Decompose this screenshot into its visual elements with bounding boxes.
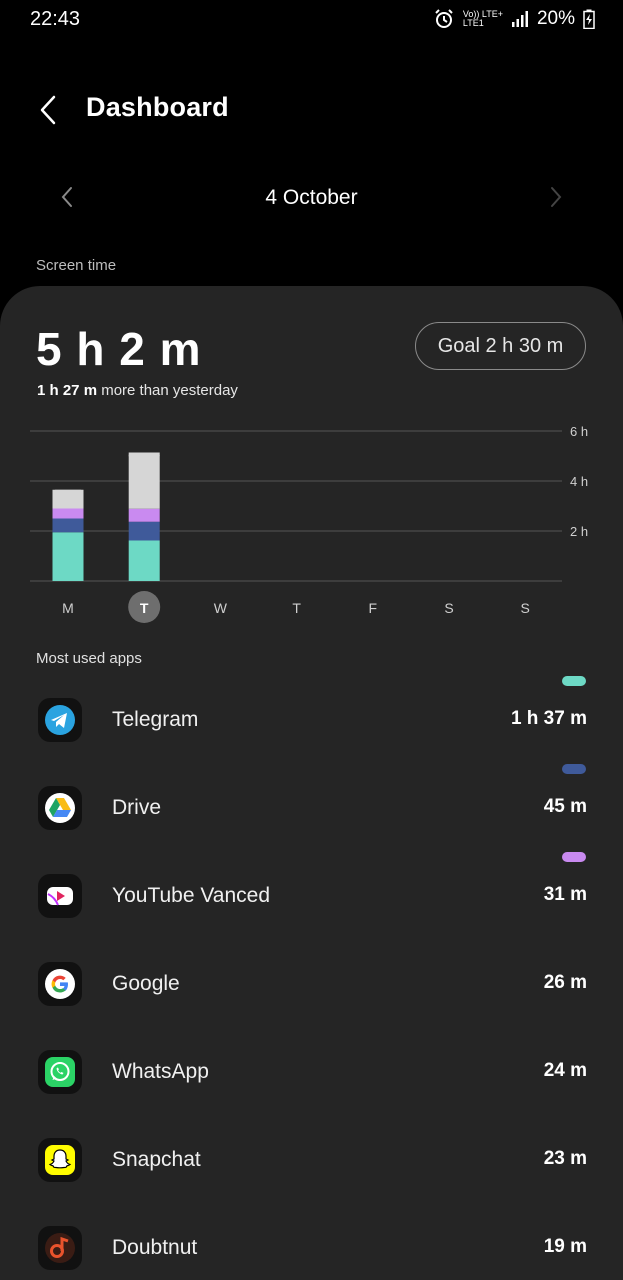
- youtube-vanced-icon: [38, 874, 82, 918]
- battery-percent: 20%: [536, 8, 575, 29]
- back-arrow-icon: [40, 95, 56, 125]
- google-icon: [38, 962, 82, 1006]
- app-time: 26 m: [543, 972, 587, 993]
- bar-segment-telegram: [128, 540, 160, 581]
- app-time: 45 m: [543, 796, 587, 817]
- comparison-amount: 1 h 27 m: [37, 382, 98, 399]
- next-day-button[interactable]: [541, 182, 571, 212]
- back-button[interactable]: [30, 92, 66, 128]
- battery-charging-icon: [583, 9, 595, 29]
- bar-segment-youtube-vanced: [128, 508, 160, 522]
- day-label: S: [444, 600, 453, 616]
- drive-icon: [38, 786, 82, 830]
- app-time: 19 m: [543, 1236, 587, 1257]
- day-label: T: [140, 600, 149, 616]
- day-label: T: [292, 600, 301, 616]
- app-time: 23 m: [543, 1148, 587, 1169]
- usage-color-tag: [562, 852, 586, 862]
- app-row-snapchat[interactable]: Snapchat 23 m: [0, 1138, 623, 1226]
- app-row-telegram[interactable]: Telegram 1 h 37 m: [0, 676, 623, 786]
- app-row-whatsapp[interactable]: WhatsApp 24 m: [0, 1050, 623, 1138]
- doubtnut-icon: [38, 1226, 82, 1270]
- app-bar: Dashboard: [0, 80, 623, 140]
- page-title: Dashboard: [86, 92, 229, 122]
- goal-button[interactable]: Goal 2 h 30 m: [415, 322, 586, 370]
- snapchat-icon: [38, 1138, 82, 1182]
- app-name: YouTube Vanced: [112, 884, 271, 907]
- bar-segment-drive: [128, 521, 160, 541]
- app-name: Drive: [112, 796, 162, 819]
- y-tick-label: 4 h: [570, 474, 588, 489]
- usage-color-tag: [562, 676, 586, 686]
- day-label: F: [369, 600, 378, 616]
- status-bar: 22:43 Vo)) LTE+ LTE1 20%: [0, 0, 623, 40]
- usage-color-tag: [562, 764, 586, 774]
- comparison-text: 1 h 27 m more than yesterday: [37, 382, 238, 399]
- app-row-google[interactable]: Google 26 m: [0, 962, 623, 1050]
- network-label: Vo)) LTE+ LTE1: [463, 10, 503, 28]
- network-bottom-label: LTE1: [462, 18, 484, 28]
- telegram-icon: [38, 698, 82, 742]
- alarm-icon: [435, 9, 453, 28]
- app-name: Telegram: [112, 708, 199, 731]
- status-icons: Vo)) LTE+ LTE1 20%: [433, 6, 595, 32]
- app-row-doubtnut[interactable]: Doubtnut 19 m: [0, 1226, 623, 1280]
- chevron-right-icon: [551, 187, 562, 207]
- screen-time-section-label: Screen time: [36, 257, 117, 274]
- y-tick-label: 6 h: [570, 424, 588, 439]
- whatsapp-icon: [38, 1050, 82, 1094]
- day-label: M: [62, 600, 74, 616]
- app-name: Doubtnut: [112, 1236, 198, 1259]
- app-row-youtube-vanced[interactable]: YouTube Vanced 31 m: [0, 852, 623, 962]
- y-tick-label: 2 h: [570, 524, 588, 539]
- app-name: WhatsApp: [112, 1060, 209, 1083]
- date-navigator: 4 October: [0, 176, 623, 220]
- bar-segment-youtube-vanced: [52, 508, 84, 519]
- bar-top-cap: [128, 452, 160, 459]
- most-used-section-label: Most used apps: [36, 650, 142, 667]
- bar-segment-telegram: [52, 532, 84, 581]
- status-time: 22:43: [30, 8, 81, 30]
- app-time: 24 m: [543, 1060, 587, 1081]
- app-row-drive[interactable]: Drive 45 m: [0, 764, 623, 874]
- app-name: Snapchat: [112, 1148, 201, 1171]
- bar-segment-other: [128, 452, 160, 509]
- date-label: 4 October: [265, 186, 358, 209]
- app-time: 31 m: [543, 884, 587, 905]
- screen-time-chart: 2 h 4 h 6 h M T W T F S S: [30, 424, 588, 623]
- day-label: W: [214, 600, 228, 616]
- bar-segment-drive: [52, 518, 84, 533]
- total-screen-time: 5 h 2 m: [36, 323, 202, 375]
- signal-icon: [511, 11, 528, 27]
- comparison-suffix: more than yesterday: [97, 382, 238, 399]
- day-label: S: [521, 600, 530, 616]
- bar-top-cap: [52, 489, 84, 496]
- app-time: 1 h 37 m: [510, 708, 587, 729]
- app-name: Google: [112, 972, 180, 995]
